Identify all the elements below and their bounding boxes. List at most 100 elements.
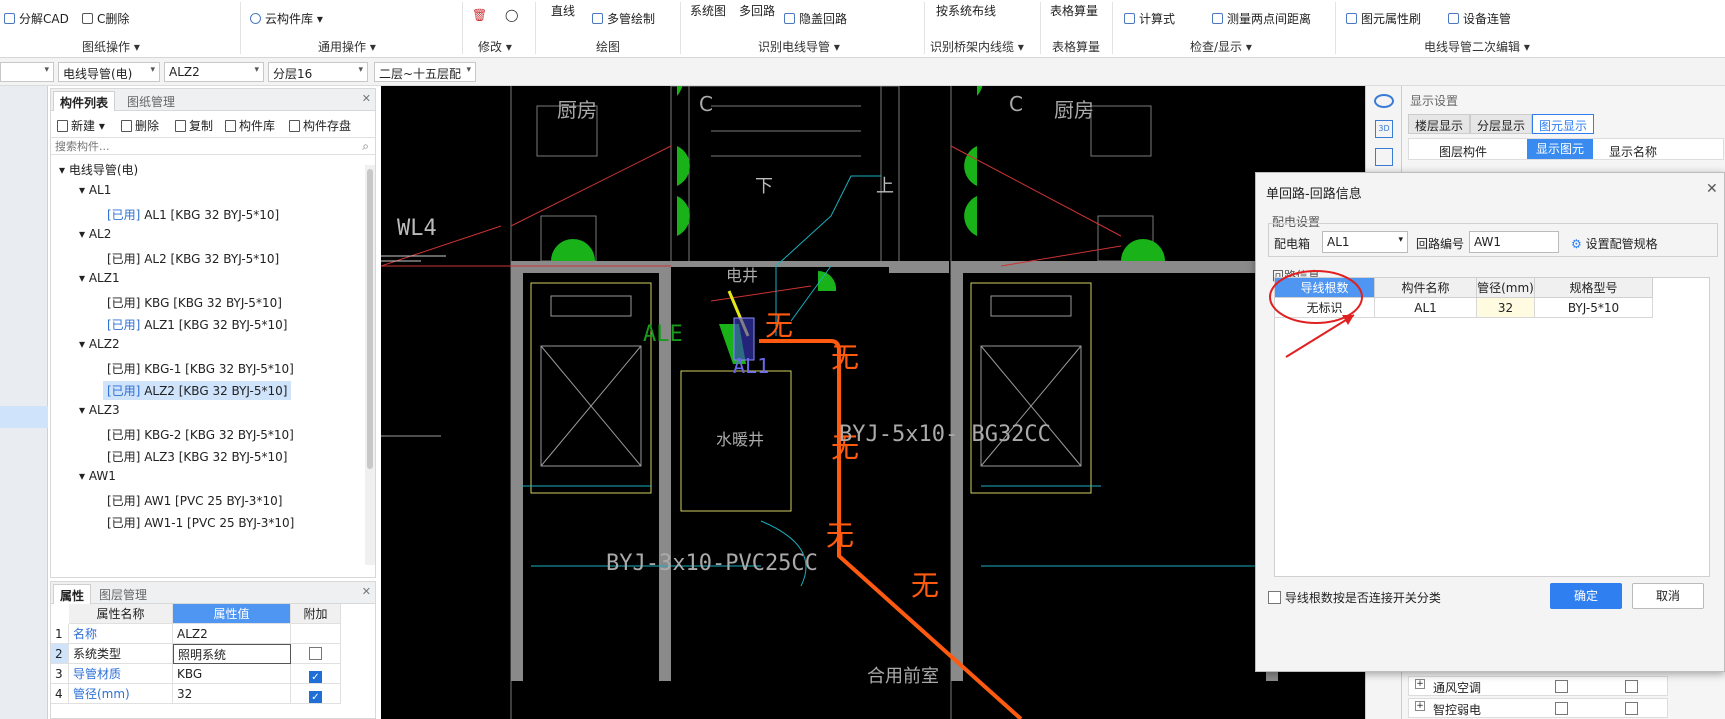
ruler-icon [1212,13,1223,24]
close-icon[interactable]: ✕ [362,92,371,105]
new-button[interactable]: 新建 ▾ [57,117,105,134]
tree-item[interactable]: [已用] ALZ1 [KBG 32 BYJ-5*10] [103,315,291,334]
search-input[interactable] [51,138,331,154]
property-value[interactable]: 32 [173,684,291,704]
chevron-down-icon[interactable]: ▾ [79,403,89,417]
tab-layer-mgmt[interactable]: 图层管理 [93,584,153,604]
search-box[interactable]: ⌕ [51,137,375,155]
component-dropdown[interactable]: ALZ2 ▾ [164,62,264,82]
table-calc-button[interactable]: 表格算量 [1050,2,1098,19]
group-check-display[interactable]: 检查/显示 ▾ [1190,38,1252,55]
device-pipe-button[interactable]: 设备连管 [1448,10,1511,27]
cell-pipe-diameter[interactable]: 32 [1477,298,1535,318]
scrollbar-thumb[interactable] [367,169,373,469]
checkbox-show-name[interactable] [1625,680,1638,693]
property-value[interactable]: KBG [173,664,291,684]
tab-floor-display[interactable]: 楼层显示 [1408,114,1471,134]
chevron-down-icon[interactable]: ▾ [79,227,89,241]
3d-view-icon[interactable]: 3D [1375,120,1393,138]
tree-item[interactable]: [已用] AL1 [KBG 32 BYJ-5*10] [103,205,283,224]
tree-group[interactable]: ▾ AL1 [79,183,111,197]
cancel-button[interactable]: 取消 [1632,583,1704,609]
tree-item[interactable]: [已用] KBG [KBG 32 BYJ-5*10] [103,293,286,312]
tree-group[interactable]: ▾ ALZ3 [79,403,120,417]
measure-distance-button[interactable]: 测量两点间距离 [1212,10,1311,27]
checkbox-show-element[interactable] [1555,702,1568,715]
checkbox-show-element[interactable] [1555,680,1568,693]
nav-selected-item[interactable] [0,406,48,428]
tab-component-list[interactable]: 构件列表 [53,91,116,111]
classify-by-switch-option[interactable]: 导线根数按是否连接开关分类 [1268,589,1441,606]
group-conduit-secondary[interactable]: 电线导管二次编辑 ▾ [1424,38,1530,55]
extra-checkbox[interactable] [309,647,322,660]
close-icon[interactable]: ✕ [362,585,371,598]
tree-group[interactable]: ▾ ALZ1 [79,271,120,285]
chevron-down-icon[interactable]: ▾ [79,183,89,197]
formula-button[interactable]: 计算式 [1124,10,1175,27]
property-value[interactable]: 照明系统 [173,644,291,664]
box-select[interactable]: AL1 ▾ [1322,231,1408,253]
multi-pipe-draw-button[interactable]: 多管绘制 [592,10,655,27]
group-modify[interactable]: 修改 ▾ [478,38,512,55]
tab-drawing-mgmt[interactable]: 图纸管理 [121,91,181,111]
copy-button[interactable]: 复制 [175,117,213,134]
system-diagram-button[interactable]: 系统图 [690,2,726,19]
circuit-number-input[interactable]: AW1 [1469,231,1559,253]
filter-dropdown-0[interactable]: ▾ [0,62,54,82]
c-delete-button[interactable]: C删除 [82,10,129,27]
tree-item[interactable]: [已用] KBG-1 [KBG 32 BYJ-5*10] [103,359,298,378]
tree-item[interactable]: [已用] AW1-1 [PVC 25 BYJ-3*10] [103,513,298,532]
tree-item[interactable]: [已用] KBG-2 [KBG 32 BYJ-5*10] [103,425,298,444]
tree-group[interactable]: ▾ ALZ2 [79,337,120,351]
property-value[interactable]: ALZ2 [173,624,291,644]
cloud-lib-button[interactable]: 云构件库 ▾ [250,10,323,27]
type-dropdown[interactable]: 电线导管(电) ▾ [58,62,160,82]
search-icon[interactable]: ⌕ [362,139,369,154]
tree-root[interactable]: ▾ 电线导管(电) [59,161,138,178]
close-icon[interactable]: ✕ [1706,181,1718,197]
cad-canvas[interactable]: 厨房 厨房 下 上 WL4 电井 水暖井 ALE AL1 无 无 无 无 无 B… [381,86,1365,719]
checkbox-show-name[interactable] [1625,702,1638,715]
classify-checkbox[interactable] [1268,591,1281,604]
group-common-ops[interactable]: 通用操作 ▾ [318,38,376,55]
multi-circuit-button[interactable]: 多回路 [739,2,775,19]
rotate-icon[interactable]: ◯ [505,8,518,22]
group-identify-bridge[interactable]: 识别桥架内线缆 ▾ [930,38,1024,55]
tree-group[interactable]: ▾ AW1 [79,469,116,483]
hide-circuit-button[interactable]: 隐盖回路 [784,10,847,27]
extra-checkbox[interactable]: ✓ [309,691,322,703]
tab-element-display[interactable]: 图元显示 [1532,114,1595,134]
layer-dropdown[interactable]: 分层16 ▾ [268,62,368,82]
chevron-down-icon[interactable]: ▾ [79,337,89,351]
chevron-down-icon[interactable]: ▾ [79,469,89,483]
split-icon [4,13,15,24]
lib-button[interactable]: 构件库 [225,117,275,134]
floor-dropdown[interactable]: 二层~十五层配 ▾ [374,62,476,82]
tab-layer-display[interactable]: 分层显示 [1470,114,1533,134]
tree-group[interactable]: ▾ AL2 [79,227,111,241]
expand-icon[interactable]: + [1415,679,1425,689]
tree-item[interactable]: [已用] ALZ2 [KBG 32 BYJ-5*10] [103,381,292,400]
tab-properties[interactable]: 属性 [53,584,92,604]
line-button[interactable]: 直线 [551,2,575,19]
store-button[interactable]: 构件存盘 [289,117,351,134]
tree-item[interactable]: [已用] AL2 [KBG 32 BYJ-5*10] [103,249,283,268]
group-drawing-ops[interactable]: 图纸操作 ▾ [82,38,140,55]
tree-item[interactable]: [已用] AW1 [PVC 25 BYJ-3*10] [103,491,286,510]
split-cad-button[interactable]: 分解CAD [4,10,69,27]
extra-checkbox[interactable]: ✓ [309,671,322,683]
element-props-brush-button[interactable]: 图元属性刷 [1346,10,1421,27]
box-view-icon[interactable] [1375,148,1393,166]
delete-icon[interactable]: 🗑 [472,8,487,22]
tree-item[interactable]: [已用] ALZ3 [KBG 32 BYJ-5*10] [103,447,291,466]
delete-button[interactable]: 删除 [121,117,159,134]
by-system-wiring-button[interactable]: 按系统布线 [936,2,996,19]
orbit-icon[interactable] [1374,94,1394,108]
expand-icon[interactable]: + [1415,701,1425,711]
scrollbar[interactable] [365,165,375,565]
device-icon [1448,13,1459,24]
ok-button[interactable]: 确定 [1550,583,1622,609]
chevron-down-icon[interactable]: ▾ [79,271,89,285]
group-identify-conduit[interactable]: 识别电线导管 ▾ [758,38,840,55]
pipe-spec-settings-button[interactable]: ⚙ 设置配管规格 [1571,235,1658,252]
